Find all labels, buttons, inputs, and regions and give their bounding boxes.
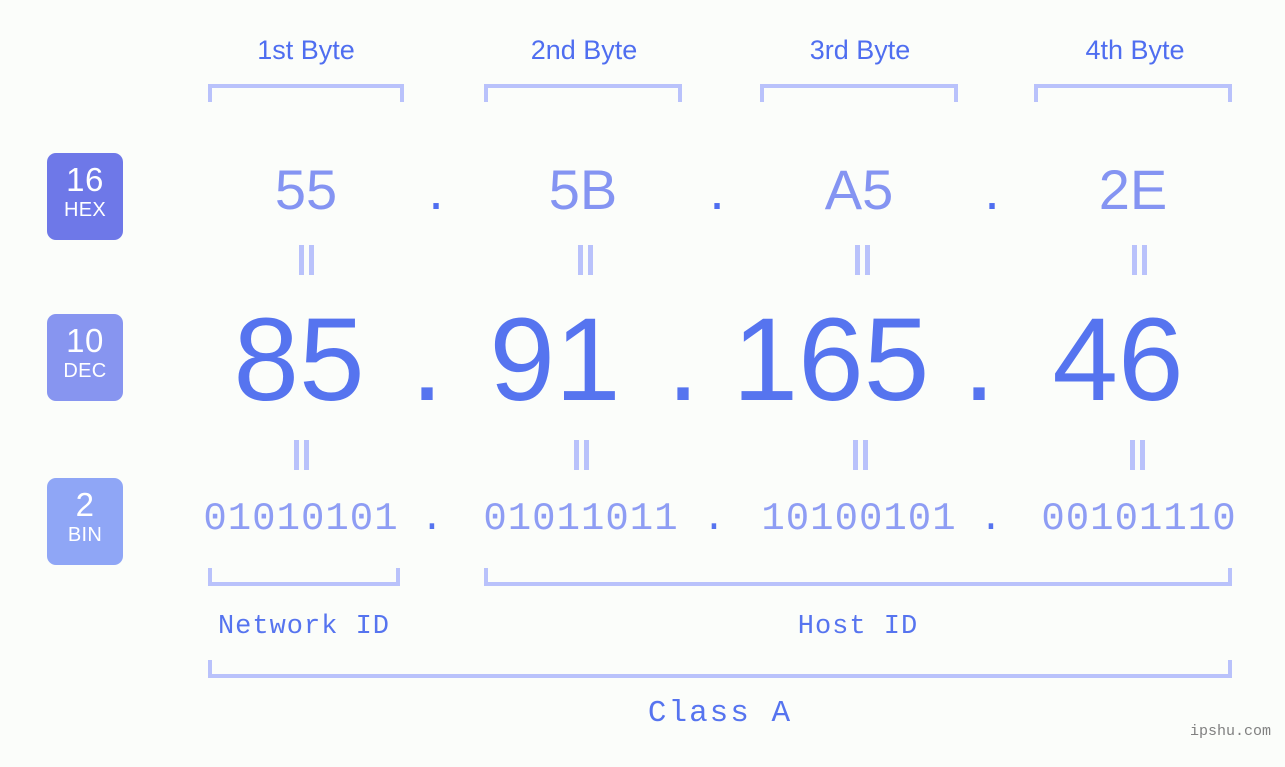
host-id-bracket [484,568,1232,586]
equivalence-mark-1-3 [849,245,875,275]
radix-badge-bin-name: BIN [67,524,103,546]
dec-octet-4: 46 [1052,294,1184,426]
radix-badge-dec-name: DEC [63,360,107,382]
dec-separator-3: . [962,294,996,426]
hex-octet-2: 5B [548,158,618,221]
radix-badge-dec-number: 10 [66,322,104,359]
radix-badge-bin: 2 BIN [47,478,123,565]
host-id-label: Host ID [797,612,919,642]
equivalence-mark-1-1 [293,245,319,275]
dec-separator-1: . [410,294,444,426]
class-label: Class A [647,696,793,731]
hex-separator-2: . [709,158,725,221]
equivalence-mark-2-1 [288,440,314,470]
network-id-label: Network ID [217,612,391,642]
hex-separator-1: . [428,158,444,221]
radix-badge-hex-name: HEX [63,199,107,221]
hex-octet-3: A5 [824,158,894,221]
bin-octet-2: 01011011 [483,497,679,541]
equivalence-mark-2-3 [847,440,873,470]
site-watermark: ipshu.com [1189,723,1271,740]
dec-octet-1: 85 [233,294,365,426]
dec-octet-2: 91 [489,294,621,426]
byte-header-1: 1st Byte [257,35,355,65]
equivalence-mark-2-2 [568,440,594,470]
bin-octet-1: 01010101 [203,497,399,541]
bin-separator-1: . [420,497,444,541]
hex-separator-3: . [984,158,1000,221]
radix-badge-bin-number: 2 [75,486,95,523]
hex-octet-4: 2E [1098,158,1168,221]
byte-bracket-1 [208,84,404,102]
class-bracket [208,660,1232,678]
radix-badge-hex: 16 HEX [47,153,123,240]
bin-separator-3: . [979,497,1003,541]
byte-bracket-2 [484,84,682,102]
equivalence-mark-1-4 [1126,245,1152,275]
byte-bracket-3 [760,84,958,102]
hex-octet-1: 55 [274,158,338,221]
byte-bracket-4 [1034,84,1232,102]
network-id-bracket [208,568,400,586]
ip-byte-breakdown-diagram: 1st Byte 2nd Byte 3rd Byte 4th Byte 16 H… [0,0,1285,767]
byte-header-4: 4th Byte [1085,35,1185,65]
equivalence-mark-2-4 [1124,440,1150,470]
bin-separator-2: . [702,497,726,541]
bin-octet-3: 10100101 [761,497,957,541]
dec-octet-3: 165 [732,294,930,426]
dec-separator-2: . [666,294,700,426]
radix-badge-hex-number: 16 [66,161,104,198]
byte-header-2: 2nd Byte [530,35,638,65]
equivalence-mark-1-2 [572,245,598,275]
bin-octet-4: 00101110 [1041,497,1237,541]
radix-badge-dec: 10 DEC [47,314,123,401]
byte-header-3: 3rd Byte [809,35,911,65]
